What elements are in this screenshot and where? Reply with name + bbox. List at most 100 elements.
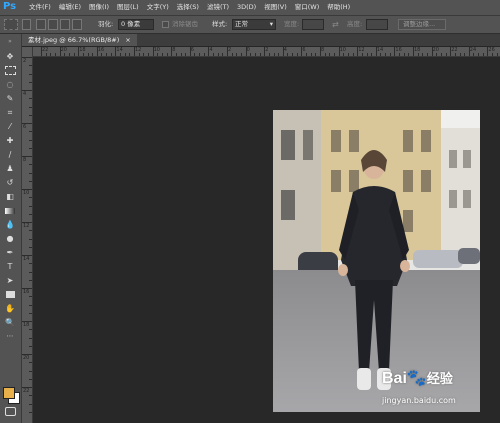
ruler-top-tick bbox=[64, 53, 66, 56]
document-tab[interactable]: 素材.jpeg @ 66.7%(RGB/8#) × bbox=[22, 34, 137, 46]
ruler-top-tick bbox=[324, 53, 326, 56]
dropdown-arrow-icon[interactable] bbox=[22, 19, 31, 30]
ruler-top-tick bbox=[320, 47, 321, 56]
intersect-selection-icon[interactable] bbox=[72, 19, 82, 30]
ruler-top-tick bbox=[92, 53, 94, 56]
refine-edge-button[interactable]: 调整边缘... bbox=[398, 19, 446, 30]
menu-3d[interactable]: 3D(D) bbox=[233, 0, 260, 15]
ruler-left-tick bbox=[22, 387, 32, 388]
style-select[interactable]: 正常 ▾ bbox=[232, 19, 276, 30]
blur-tool-icon[interactable]: 💧 bbox=[3, 219, 17, 230]
ruler-top-tick bbox=[143, 53, 145, 56]
dodge-tool-icon[interactable]: ● bbox=[3, 233, 17, 244]
menu-help[interactable]: 帮助(H) bbox=[323, 0, 354, 15]
pen-tool-icon[interactable]: ✒ bbox=[3, 247, 17, 258]
path-select-tool-icon[interactable]: ➤ bbox=[3, 275, 17, 286]
main-menu: 文件(F) 编辑(E) 图像(I) 图层(L) 文字(Y) 选择(S) 滤镜(T… bbox=[25, 0, 354, 15]
quick-select-tool-icon[interactable]: ✎ bbox=[3, 93, 17, 104]
ruler-left-tick bbox=[22, 189, 32, 190]
ruler-top-tick bbox=[380, 53, 382, 56]
width-input[interactable] bbox=[302, 19, 324, 30]
ruler-top-tick bbox=[338, 47, 340, 56]
menu-select[interactable]: 选择(S) bbox=[173, 0, 203, 15]
ruler-left-label: 18 bbox=[23, 322, 30, 328]
menu-layer[interactable]: 图层(L) bbox=[113, 0, 143, 15]
ruler-top-tick bbox=[315, 53, 317, 56]
new-selection-icon[interactable] bbox=[36, 19, 46, 30]
add-selection-icon[interactable] bbox=[48, 19, 58, 30]
ruler-top-tick bbox=[492, 53, 494, 56]
foreground-color-swatch[interactable] bbox=[3, 387, 15, 399]
ruler-left-tick bbox=[29, 271, 32, 273]
ruler-left-tick bbox=[29, 279, 32, 281]
marquee-tool-icon[interactable] bbox=[3, 65, 17, 76]
ruler-top-tick bbox=[54, 53, 56, 56]
quick-mask-icon[interactable] bbox=[3, 406, 17, 417]
collapse-icon[interactable]: » bbox=[3, 36, 17, 47]
type-tool-icon[interactable]: T bbox=[3, 261, 17, 272]
menu-window[interactable]: 窗口(W) bbox=[291, 0, 324, 15]
menu-file[interactable]: 文件(F) bbox=[25, 0, 55, 15]
document-image[interactable] bbox=[273, 110, 480, 412]
ruler-top-tick bbox=[273, 53, 275, 56]
clone-stamp-tool-icon[interactable]: ♟ bbox=[3, 163, 17, 174]
zoom-tool-icon[interactable]: 🔍 bbox=[3, 317, 17, 328]
horizontal-ruler[interactable]: 22 20 18 16 14 12 10 8 6 4 2 0 2 4 6 8 10 12 14 16 18 20 22 24 2… bbox=[33, 47, 500, 57]
eraser-tool-icon[interactable]: ◧ bbox=[3, 191, 17, 202]
watermark-url: jingyan.baidu.com bbox=[382, 396, 456, 405]
ruler-top-tick bbox=[222, 53, 224, 56]
history-brush-tool-icon[interactable]: ↺ bbox=[3, 177, 17, 188]
more-tools-icon[interactable]: ⋯ bbox=[3, 331, 17, 342]
antialias-checkbox[interactable] bbox=[162, 21, 169, 28]
swap-icon[interactable]: ⇄ bbox=[332, 19, 339, 30]
menu-view[interactable]: 视图(V) bbox=[260, 0, 291, 15]
watermark-brand: Bai bbox=[382, 370, 407, 387]
gradient-tool-icon[interactable] bbox=[3, 205, 17, 216]
marquee-tool-icon[interactable] bbox=[4, 19, 18, 30]
ruler-top-tick bbox=[301, 47, 303, 56]
ruler-left-tick bbox=[29, 197, 32, 199]
ruler-top-tick bbox=[268, 53, 270, 56]
ruler-top-tick bbox=[473, 53, 475, 56]
subtract-selection-icon[interactable] bbox=[60, 19, 70, 30]
ruler-left-tick bbox=[29, 213, 32, 215]
ruler-left-tick bbox=[29, 205, 32, 207]
feather-input[interactable]: 0 像素 bbox=[118, 19, 154, 30]
ruler-top-tick bbox=[282, 47, 284, 56]
move-tool-icon[interactable]: ✥ bbox=[3, 51, 17, 62]
ruler-top-tick bbox=[231, 53, 233, 56]
ruler-left-tick bbox=[29, 370, 32, 372]
brush-tool-icon[interactable]: ∕ bbox=[3, 149, 17, 160]
menu-edit[interactable]: 编辑(E) bbox=[55, 0, 85, 15]
menu-image[interactable]: 图像(I) bbox=[85, 0, 113, 15]
ruler-top-tick bbox=[73, 53, 75, 56]
watermark-brand-suffix: 经验 bbox=[426, 371, 453, 386]
eyedropper-tool-icon[interactable]: ⁄ bbox=[3, 121, 17, 132]
ruler-left-tick bbox=[22, 255, 32, 256]
ruler-top-tick bbox=[110, 53, 112, 56]
height-input[interactable] bbox=[366, 19, 388, 30]
menu-filter[interactable]: 滤镜(T) bbox=[203, 0, 233, 15]
ruler-top-tick bbox=[426, 53, 428, 56]
options-bar: 羽化: 0 像素 消除锯齿 样式: 正常 ▾ 宽度: ⇄ 高度: 调整边缘... bbox=[0, 16, 500, 34]
close-icon[interactable]: × bbox=[125, 34, 130, 46]
healing-brush-tool-icon[interactable]: ✚ bbox=[3, 135, 17, 146]
rectangle-tool-icon[interactable] bbox=[3, 289, 17, 300]
lasso-tool-icon[interactable]: ◌ bbox=[3, 79, 17, 90]
crop-tool-icon[interactable]: ⌗ bbox=[3, 107, 17, 118]
ruler-top-tick bbox=[422, 53, 424, 56]
vertical-ruler[interactable]: 2 4 6 8 10 12 14 16 18 20 22 bbox=[22, 47, 33, 423]
ruler-top-tick bbox=[375, 47, 377, 56]
ruler-left-tick bbox=[29, 246, 32, 248]
ruler-left-tick bbox=[29, 238, 32, 240]
ruler-left-tick bbox=[29, 230, 32, 232]
ruler-top-tick bbox=[468, 47, 470, 56]
ruler-left-tick bbox=[29, 263, 32, 265]
ruler-left-tick bbox=[22, 90, 32, 91]
hand-tool-icon[interactable]: ✋ bbox=[3, 303, 17, 314]
ruler-top-tick bbox=[343, 53, 345, 56]
ruler-top-tick bbox=[454, 53, 456, 56]
menu-type[interactable]: 文字(Y) bbox=[143, 0, 173, 15]
ruler-left-tick bbox=[29, 304, 32, 306]
ruler-top-tick bbox=[250, 53, 252, 56]
